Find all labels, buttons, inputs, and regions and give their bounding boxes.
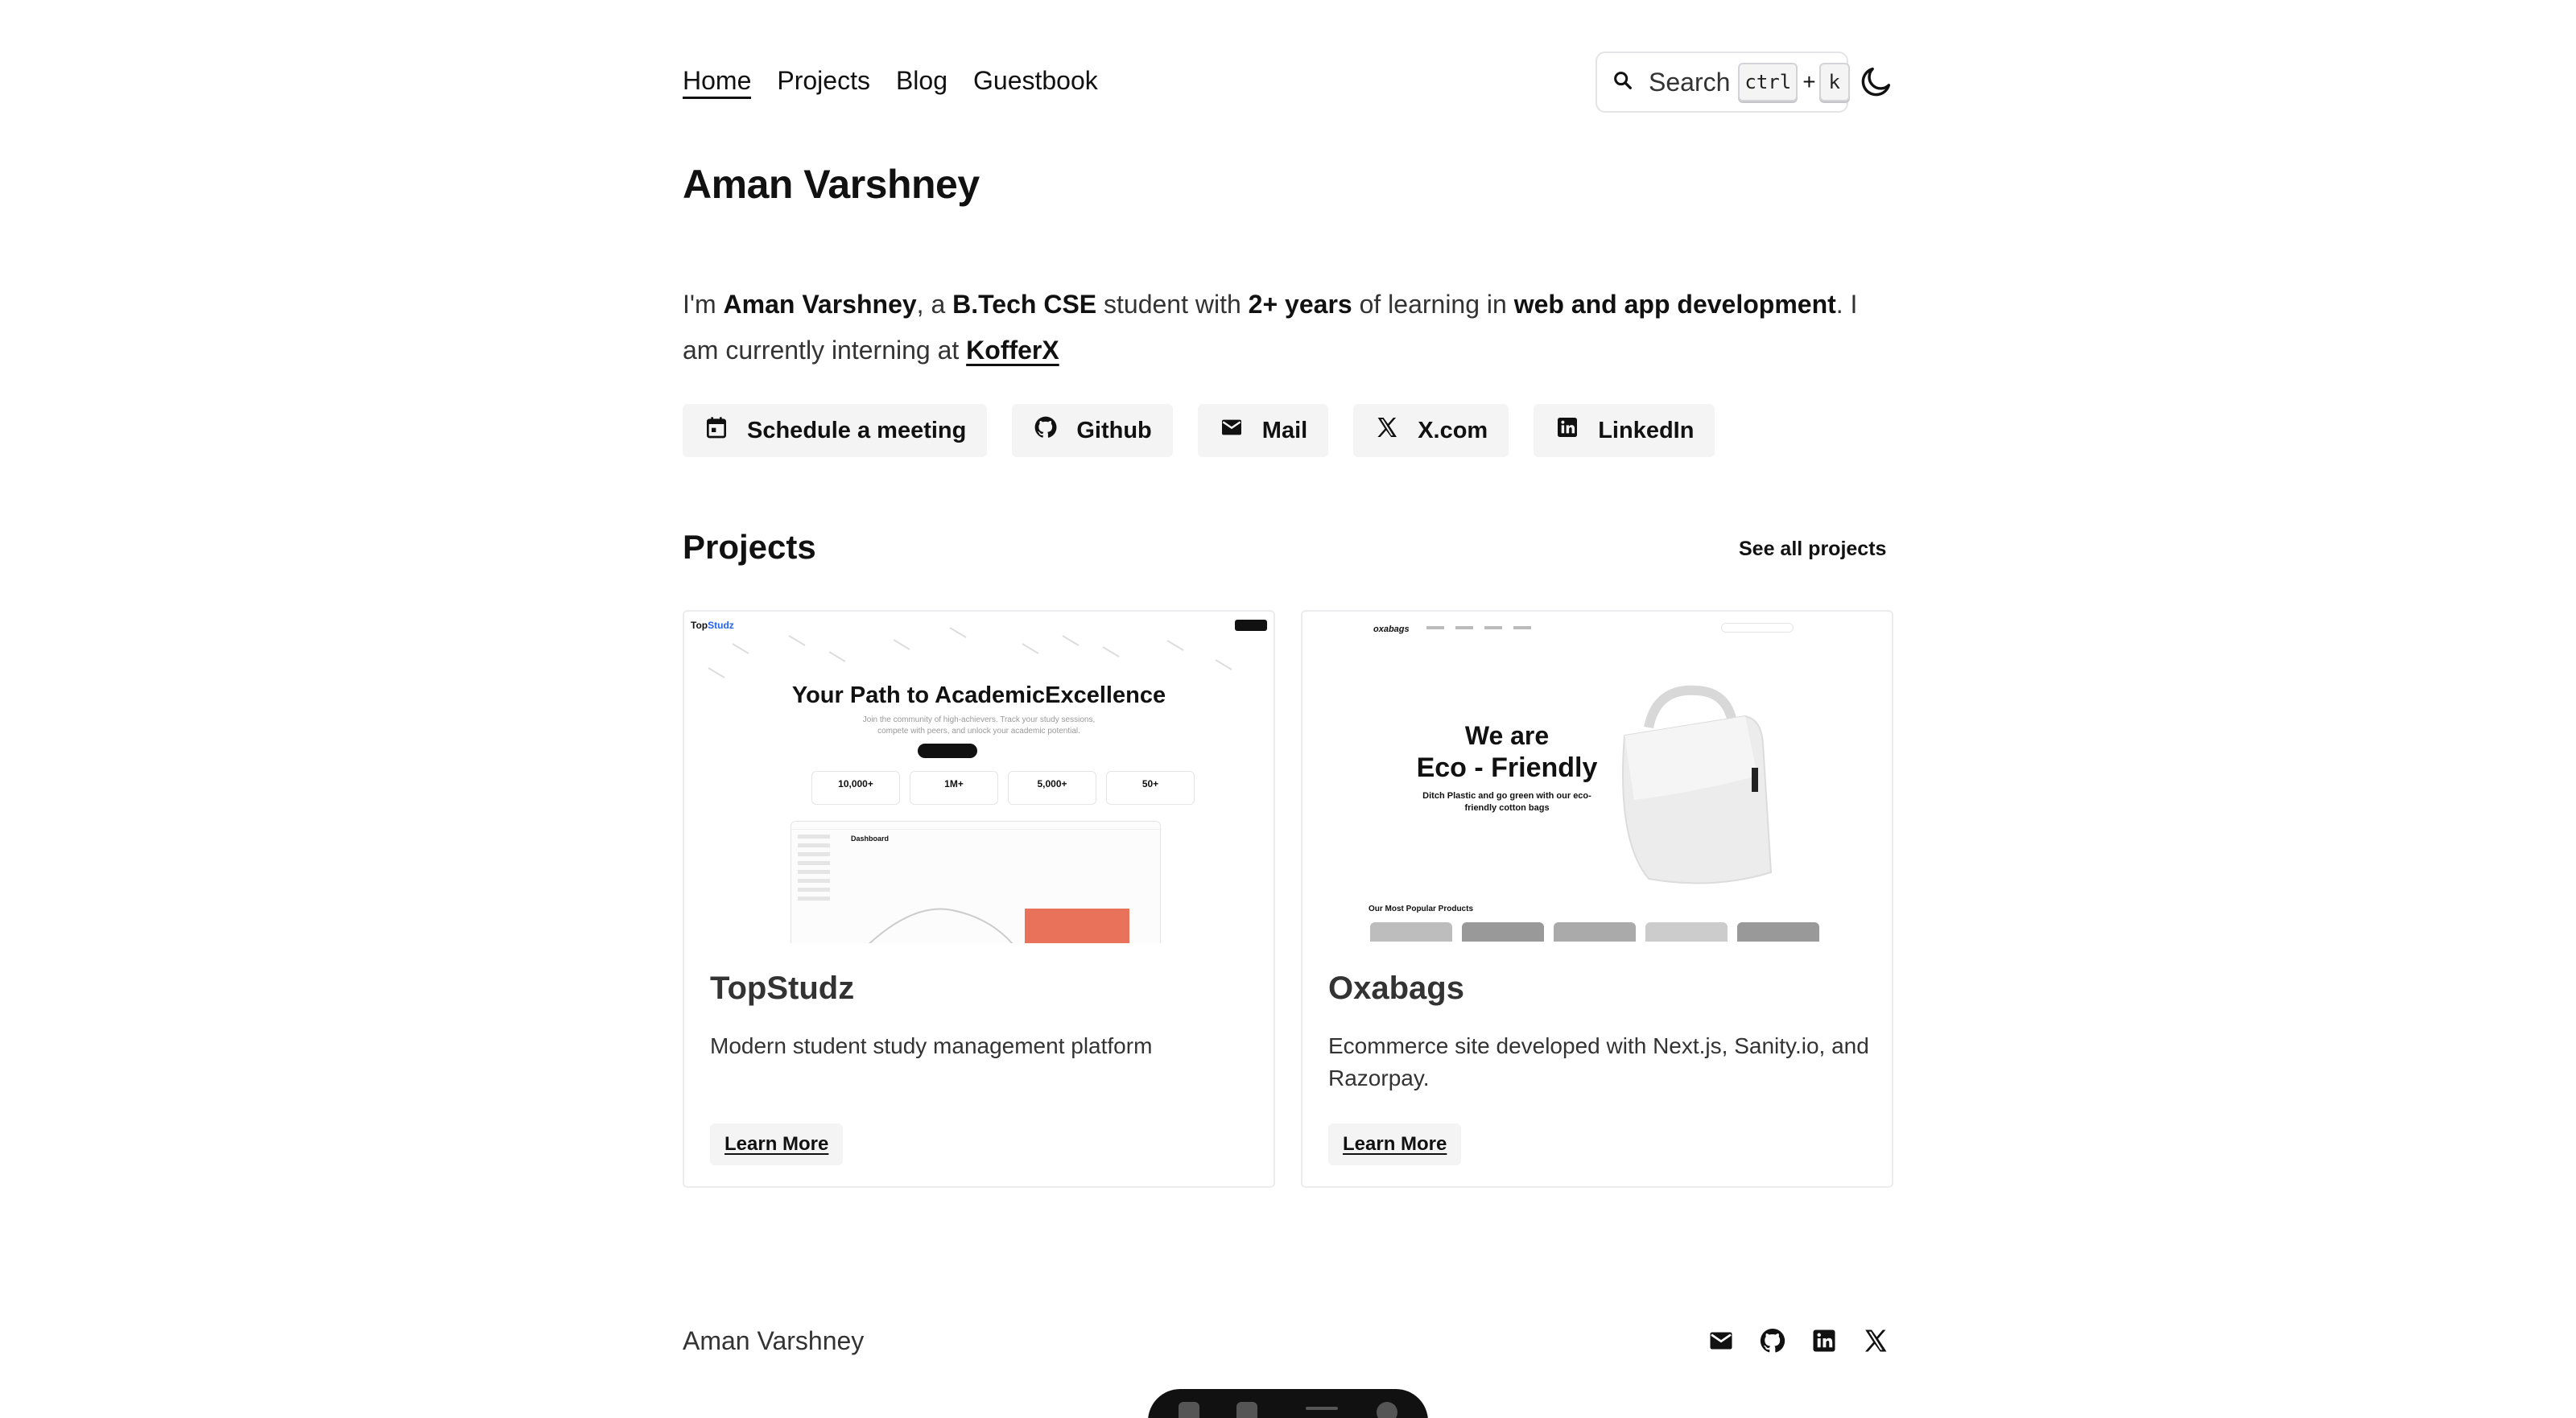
- intro-text: I'm: [683, 290, 724, 319]
- intro-text: of learning in: [1352, 290, 1514, 319]
- preview-stat: 1M+: [910, 771, 998, 805]
- preview-bar: [1025, 909, 1129, 943]
- theme-toggle-button[interactable]: [1856, 63, 1897, 103]
- preview-headline: Your Path to AcademicExcellence: [791, 682, 1166, 708]
- preview-product: [1462, 922, 1544, 942]
- project-title: TopStudz: [710, 971, 855, 1006]
- nav-guestbook[interactable]: Guestbook: [973, 64, 1098, 99]
- project-description: Modern student study management platform: [710, 1033, 1153, 1058]
- intro-years: 2+ years: [1248, 290, 1352, 319]
- preview-headline-line: We are: [1464, 721, 1550, 750]
- calendar-icon: [704, 414, 747, 447]
- bag-image: [1622, 685, 1773, 884]
- preview-cta: [918, 744, 977, 758]
- intro-text: , a: [916, 290, 953, 319]
- preview-subtitle-line: compete with peers, and unlock your acad…: [877, 727, 1080, 736]
- mail-button[interactable]: Mail: [1197, 404, 1329, 457]
- preview-products: [1370, 922, 1819, 942]
- x-icon[interactable]: [1861, 1326, 1890, 1359]
- nav-projects[interactable]: Projects: [777, 64, 870, 99]
- preview-product: [1645, 922, 1728, 942]
- shortcut-key-ctrl: ctrl: [1738, 63, 1798, 101]
- floating-dock[interactable]: [1148, 1389, 1428, 1418]
- project-preview-image: TopStudz Your Path to AcademicExcellence…: [684, 612, 1274, 943]
- preview-nav: [1426, 626, 1531, 629]
- company-link[interactable]: KofferX: [966, 336, 1059, 365]
- see-all-projects-link[interactable]: See all projects: [1739, 538, 1886, 561]
- github-button[interactable]: Github: [1012, 404, 1173, 457]
- social-buttons: Schedule a meeting Github Mail X.com Lin…: [683, 404, 1715, 457]
- preview-dashboard: Dashboard: [791, 821, 1162, 943]
- intro-degree: B.Tech CSE: [952, 290, 1097, 319]
- github-icon: [1033, 414, 1076, 447]
- project-preview-image: oxabags We are Eco - Friendly Ditch Plas…: [1302, 612, 1892, 943]
- x-button[interactable]: X.com: [1353, 404, 1509, 457]
- preview-search: [1721, 623, 1794, 633]
- mail-icon[interactable]: [1707, 1326, 1736, 1359]
- preview-headline: We are Eco - Friendly: [1410, 719, 1604, 784]
- github-label: Github: [1076, 417, 1152, 443]
- preview-window-bar: [791, 822, 1162, 830]
- project-title: Oxabags: [1328, 971, 1464, 1006]
- linkedin-label: LinkedIn: [1598, 417, 1695, 443]
- preview-tagline: Ditch Plastic and go green with our eco-…: [1422, 791, 1591, 813]
- linkedin-icon[interactable]: [1810, 1326, 1839, 1359]
- linkedin-icon: [1554, 414, 1598, 447]
- preview-chart: [869, 908, 1013, 943]
- shortcut-key-k: k: [1818, 63, 1850, 101]
- preview-dashboard-title: Dashboard: [851, 835, 890, 843]
- page-title: Aman Varshney: [683, 162, 980, 207]
- preview-section-title: Our Most Popular Products: [1368, 905, 1474, 913]
- intro-text: student with: [1096, 290, 1249, 319]
- top-nav: Home Projects Blog Guestbook Search ctrl…: [683, 50, 1893, 114]
- preview-sidebar: [798, 835, 846, 905]
- preview-stat: 5,000+: [1008, 771, 1096, 805]
- preview-product: [1554, 922, 1636, 942]
- preview-product: [1737, 922, 1819, 942]
- projects-heading: Projects: [683, 528, 816, 566]
- search-button[interactable]: Search ctrl + k: [1596, 52, 1850, 113]
- dock-settings-icon[interactable]: [1377, 1402, 1397, 1418]
- project-description: Ecommerce site developed with Next.js, S…: [1328, 1033, 1869, 1090]
- preview-github: [993, 744, 1026, 758]
- project-card-topstudz[interactable]: TopStudz Your Path to AcademicExcellence…: [683, 610, 1275, 1188]
- intro-name: Aman Varshney: [723, 290, 917, 319]
- intro-field: web and app development: [1513, 290, 1836, 319]
- preview-decoration: [708, 627, 1232, 678]
- nav-links: Home Projects Blog Guestbook: [683, 64, 1098, 99]
- preview-stats: 10,000+ 1M+ 5,000+ 50+: [811, 771, 1195, 805]
- footer-social-icons: [1707, 1326, 1890, 1359]
- x-icon: [1374, 414, 1418, 447]
- learn-more-button[interactable]: Learn More: [1328, 1123, 1462, 1165]
- dock-projects-icon[interactable]: [1236, 1402, 1257, 1418]
- preview-product: [1370, 922, 1452, 942]
- search-icon: [1612, 69, 1634, 96]
- search-label: Search: [1649, 67, 1731, 97]
- preview-subtitle: Join the community of high-achievers. Tr…: [684, 715, 1274, 737]
- preview-headline-line: Eco - Friendly: [1416, 752, 1598, 783]
- shortcut-plus: +: [1802, 69, 1816, 94]
- learn-more-button[interactable]: Learn More: [710, 1123, 844, 1165]
- nav-blog[interactable]: Blog: [896, 64, 947, 99]
- preview-stat: 50+: [1106, 771, 1195, 805]
- mail-label: Mail: [1261, 417, 1308, 443]
- preview-subtitle-line: Join the community of high-achievers. Tr…: [862, 715, 1096, 724]
- dock-menu-icon[interactable]: [1306, 1407, 1338, 1410]
- project-card-oxabags[interactable]: oxabags We are Eco - Friendly Ditch Plas…: [1301, 610, 1893, 1188]
- footer-name: Aman Varshney: [683, 1326, 865, 1355]
- moon-icon: [1858, 63, 1895, 104]
- x-label: X.com: [1418, 417, 1488, 443]
- linkedin-button[interactable]: LinkedIn: [1534, 404, 1715, 457]
- intro-paragraph: I'm Aman Varshney, a B.Tech CSE student …: [683, 282, 1893, 373]
- schedule-meeting-button[interactable]: Schedule a meeting: [683, 404, 988, 457]
- github-icon[interactable]: [1758, 1326, 1787, 1359]
- preview-logo: oxabags: [1373, 624, 1410, 634]
- preview-stat: 10,000+: [811, 771, 900, 805]
- schedule-meeting-label: Schedule a meeting: [747, 417, 967, 443]
- mail-icon: [1219, 414, 1262, 447]
- preview-buttons: [918, 744, 1026, 758]
- nav-home[interactable]: Home: [683, 64, 752, 99]
- dock-home-icon[interactable]: [1179, 1402, 1199, 1418]
